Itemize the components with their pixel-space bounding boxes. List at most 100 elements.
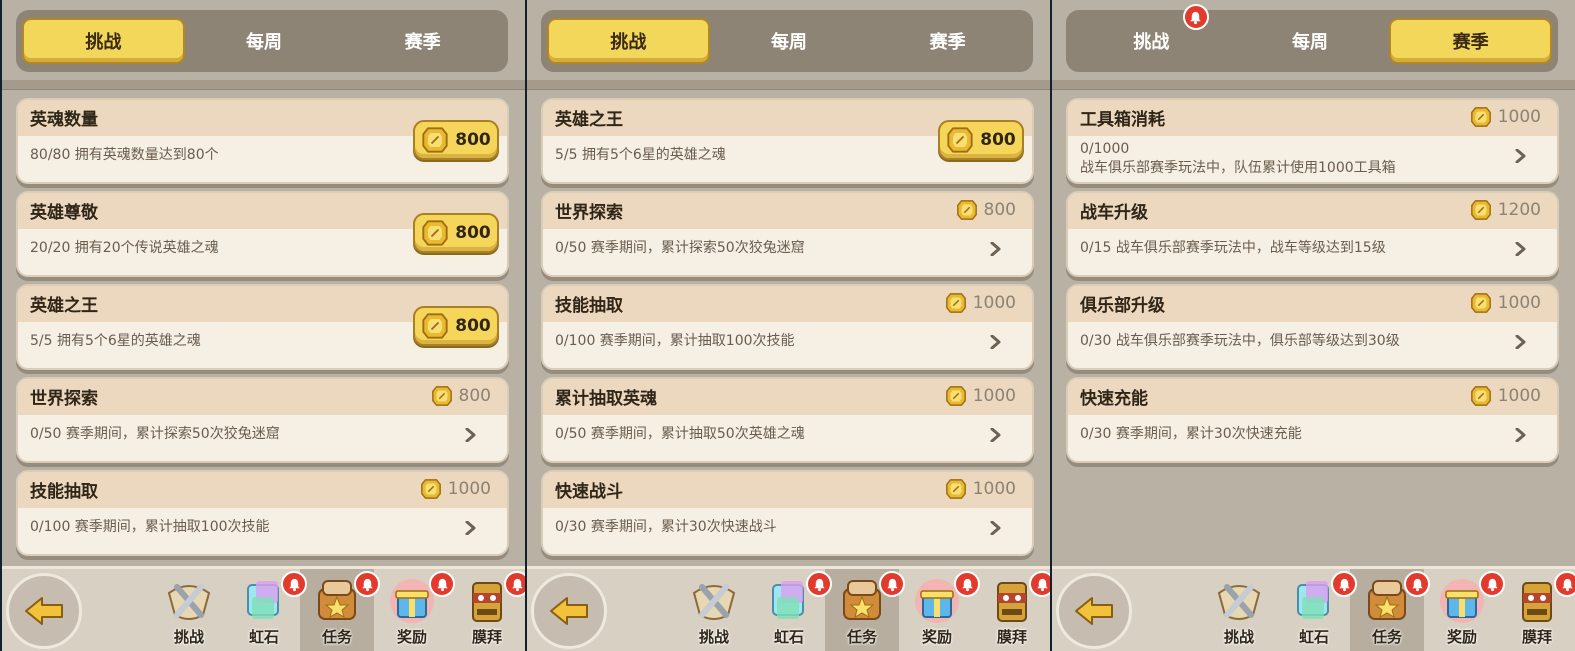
task-list[interactable]: 工具箱消耗 0/1000 战车俱乐部赛季玩法中，队伍累计使用1000工具箱 1000 战…	[1052, 92, 1575, 564]
reward-amount: 800	[983, 200, 1016, 220]
task-card[interactable]: 累计抽取英魂 0/50 赛季期间，累计抽取50次英雄之魂 1000	[541, 377, 1034, 463]
task-card[interactable]: 世界探索 0/50 赛季期间，累计探索50次狡兔迷窟 800	[541, 191, 1034, 277]
header-divider	[527, 80, 1050, 90]
task-title: 世界探索	[555, 203, 623, 223]
task-card[interactable]: 世界探索 0/50 赛季期间，累计探索50次狡兔迷窟 800	[16, 377, 509, 463]
tab-season[interactable]: 赛季	[868, 18, 1027, 64]
reward-info: 1000	[1470, 292, 1541, 314]
task-card[interactable]: 俱乐部升级 0/30 战车俱乐部赛季玩法中，俱乐部等级达到30级 1000	[1066, 284, 1559, 370]
claim-reward-button[interactable]: 800	[413, 213, 499, 253]
screenshot-root: 挑战 每周 赛季 英魂数量 80/80 拥有英魂数量达到80个 800 英雄尊敬 20/20 …	[0, 0, 1575, 651]
tab-weekly[interactable]: 每周	[185, 18, 344, 64]
nav-label: 膜拜	[1521, 628, 1552, 646]
chevron-right-icon[interactable]	[463, 520, 477, 536]
task-card[interactable]: 快速战斗 0/30 赛季期间，累计30次快速战斗 1000	[541, 470, 1034, 556]
tab-season[interactable]: 赛季	[343, 18, 502, 64]
nav-label: 膜拜	[996, 628, 1027, 646]
gold-coin-icon	[1470, 385, 1492, 407]
gold-coin-icon	[945, 292, 967, 314]
reward-amount: 1000	[447, 479, 491, 499]
task-title: 英雄之王	[30, 296, 98, 316]
task-title: 工具箱消耗	[1080, 110, 1165, 130]
nav-item-crossed-swords[interactable]: 挑战	[1202, 569, 1276, 651]
chevron-right-icon[interactable]	[1513, 148, 1527, 164]
nav-label: 虹石	[1298, 628, 1329, 646]
nav-item-gift-box[interactable]: 奖励	[900, 569, 980, 651]
nav-item-totem[interactable]: 膜拜	[975, 569, 1050, 651]
nav-label: 奖励	[921, 628, 952, 646]
nav-item-rainbow-crystal[interactable]: 虹石	[227, 569, 307, 651]
tab-label: 挑战	[1133, 32, 1170, 53]
tab-weekly[interactable]: 每周	[1231, 18, 1390, 64]
reward-amount: 800	[455, 316, 491, 336]
nav-label: 任务	[321, 628, 352, 646]
tab-challenge[interactable]: 挑战	[22, 18, 185, 64]
task-title: 英雄之王	[555, 110, 623, 130]
nav-label: 奖励	[396, 628, 427, 646]
nav-item-crossed-swords[interactable]: 挑战	[152, 569, 226, 651]
nav-notification-badge	[504, 571, 525, 597]
task-card[interactable]: 英雄尊敬 20/20 拥有20个传说英雄之魂 800	[16, 191, 509, 277]
chevron-right-icon[interactable]	[988, 520, 1002, 536]
gold-coin-icon	[431, 385, 453, 407]
reward-amount: 1000	[972, 386, 1016, 406]
chevron-right-icon[interactable]	[988, 427, 1002, 443]
nav-item-totem[interactable]: 膜拜	[450, 569, 525, 651]
task-title: 英雄尊敬	[30, 203, 98, 223]
task-card[interactable]: 英雄之王 5/5 拥有5个6星的英雄之魂 800	[541, 98, 1034, 184]
tab-season[interactable]: 赛季	[1389, 18, 1553, 64]
nav-item-rainbow-crystal[interactable]: 虹石	[1277, 569, 1357, 651]
nav-label: 虹石	[773, 628, 804, 646]
nav-item-crossed-swords[interactable]: 挑战	[677, 569, 751, 651]
task-card[interactable]: 工具箱消耗 0/1000 战车俱乐部赛季玩法中，队伍累计使用1000工具箱 1000	[1066, 98, 1559, 184]
bottom-nav: 挑战 虹石 任务 奖励 膜拜	[527, 566, 1050, 651]
task-requirement: 战车俱乐部赛季玩法中，队伍累计使用1000工具箱	[1080, 160, 1396, 176]
reward-amount: 1000	[1497, 293, 1541, 313]
task-list[interactable]: 英魂数量 80/80 拥有英魂数量达到80个 800 英雄尊敬 20/20 拥有20个传…	[2, 92, 525, 564]
task-description: 0/50 赛季期间，累计抽取50次英雄之魂	[555, 426, 805, 442]
tab-label: 挑战	[85, 32, 122, 53]
task-panel-3: 挑战 每周 赛季工具箱消耗 0/1000 战车俱乐部赛季玩法中，队伍累计使用1000工具…	[1052, 0, 1575, 651]
chevron-right-icon[interactable]	[1513, 241, 1527, 257]
tab-weekly[interactable]: 每周	[710, 18, 869, 64]
back-button[interactable]	[531, 573, 607, 649]
nav-notification-badge	[1479, 571, 1505, 597]
nav-item-gift-box[interactable]: 奖励	[375, 569, 455, 651]
task-card[interactable]: 快速充能 0/30 赛季期间，累计30次快速充能 1000	[1066, 377, 1559, 463]
reward-amount: 1000	[1497, 386, 1541, 406]
back-button[interactable]	[1056, 573, 1132, 649]
chevron-right-icon[interactable]	[988, 334, 1002, 350]
task-card[interactable]: 英雄之王 5/5 拥有5个6星的英雄之魂 800	[16, 284, 509, 370]
claim-reward-button[interactable]: 800	[413, 306, 499, 346]
nav-notification-badge	[281, 571, 307, 597]
task-description: 0/30 赛季期间，累计30次快速战斗	[555, 519, 777, 535]
chevron-right-icon[interactable]	[988, 241, 1002, 257]
task-card[interactable]: 技能抽取 0/100 赛季期间，累计抽取100次技能 1000	[16, 470, 509, 556]
claim-reward-button[interactable]: 800	[938, 120, 1024, 160]
crossed-swords-icon	[688, 575, 740, 627]
task-description: 0/30 赛季期间，累计30次快速充能	[1080, 426, 1302, 442]
tab-challenge[interactable]: 挑战	[547, 18, 710, 64]
back-button[interactable]	[6, 573, 82, 649]
nav-item-quest-scroll[interactable]: 任务	[825, 569, 905, 651]
nav-item-gift-box[interactable]: 奖励	[1425, 569, 1505, 651]
task-card[interactable]: 技能抽取 0/100 赛季期间，累计抽取100次技能 1000	[541, 284, 1034, 370]
task-card[interactable]: 战车升级 0/15 战车俱乐部赛季玩法中，战车等级达到15级 1200	[1066, 191, 1559, 277]
claim-reward-button[interactable]: 800	[413, 120, 499, 160]
task-card[interactable]: 英魂数量 80/80 拥有英魂数量达到80个 800	[16, 98, 509, 184]
reward-info: 1000	[1470, 106, 1541, 128]
task-title: 战车升级	[1080, 203, 1148, 223]
gold-coin-icon	[420, 478, 442, 500]
nav-item-quest-scroll[interactable]: 任务	[300, 569, 380, 651]
gold-coin-icon	[421, 219, 449, 247]
chevron-right-icon[interactable]	[1513, 334, 1527, 350]
reward-info: 1000	[1470, 385, 1541, 407]
task-description: 0/1000 战车俱乐部赛季玩法中，队伍累计使用1000工具箱	[1080, 140, 1396, 178]
tab-challenge[interactable]: 挑战	[1072, 4, 1231, 64]
nav-item-totem[interactable]: 膜拜	[1500, 569, 1575, 651]
nav-item-quest-scroll[interactable]: 任务	[1350, 569, 1430, 651]
nav-item-rainbow-crystal[interactable]: 虹石	[752, 569, 832, 651]
chevron-right-icon[interactable]	[463, 427, 477, 443]
task-list[interactable]: 英雄之王 5/5 拥有5个6星的英雄之魂 800 世界探索 0/50 赛季期间，累计探索…	[527, 92, 1050, 564]
chevron-right-icon[interactable]	[1513, 427, 1527, 443]
